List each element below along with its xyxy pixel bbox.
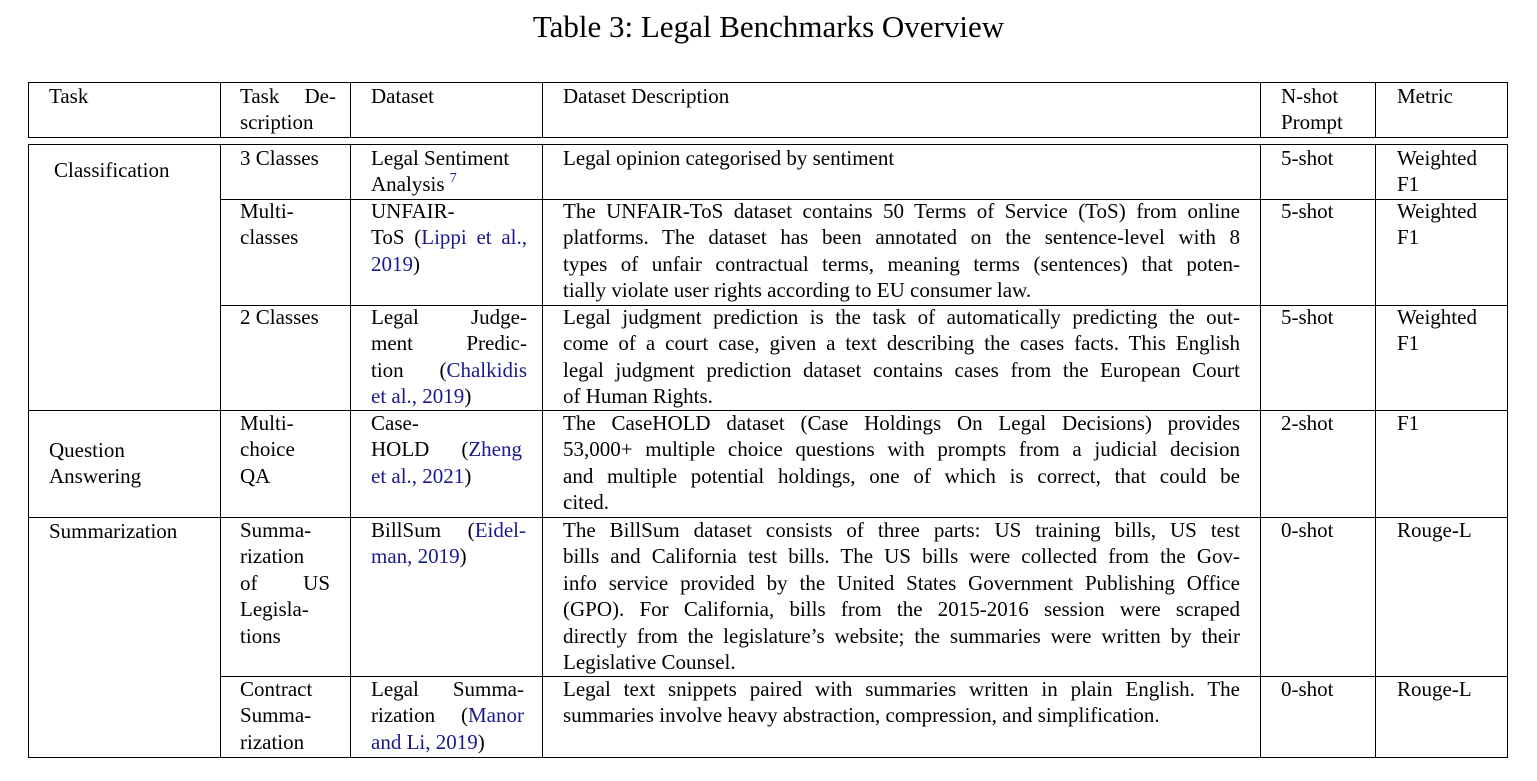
citation-link[interactable]: Chalkidis <box>446 358 527 382</box>
divider <box>220 82 221 138</box>
row1-dataset: Legal Sentiment Analysis 7 <box>371 146 510 197</box>
table-caption: Table 3: Legal Benchmarks Overview <box>532 9 1005 44</box>
row1-metric: Weighted F1 <box>1397 146 1477 197</box>
header-nshot-prompt: N-shot Prompt <box>1281 84 1343 135</box>
group-classification: Classification <box>54 158 170 182</box>
citation-link[interactable]: and Li, 2019 <box>371 730 478 754</box>
row1-task-description: 3 Classes <box>240 146 319 170</box>
row5-dataset: BillSum (Eidel- man, 2019) <box>371 518 526 569</box>
divider <box>350 144 351 758</box>
citation-link[interactable]: Zheng <box>468 437 522 461</box>
header-task-description-2: scription <box>240 110 314 134</box>
row3-task-description: 2 Classes <box>240 305 319 329</box>
divider <box>350 82 351 138</box>
header-task-description: Task De- <box>240 84 336 108</box>
row2-dataset: UNFAIR- ToS (Lippi et al., 2019) <box>371 199 527 276</box>
row6-metric: Rouge-L <box>1397 677 1472 701</box>
group-question-answering: Question Answering <box>49 438 142 489</box>
row5-task-description: Summa- rization of US Legisla- tions <box>240 518 330 648</box>
row5-dataset-description: The BillSum dataset consists of three pa… <box>563 518 1240 675</box>
header-metric: Metric <box>1397 84 1453 108</box>
row3-nshot: 5-shot <box>1281 305 1334 329</box>
row4-task-description: Multi- choice QA <box>240 411 295 488</box>
row6-dataset-description: Legal text snippets paired with summarie… <box>563 677 1240 728</box>
row3-dataset-description: Legal judgment prediction is the task of… <box>563 305 1240 409</box>
row6-task-description: Contract Summa- rization <box>240 677 313 754</box>
citation-link[interactable]: 2019 <box>371 252 413 276</box>
row3-dataset: Legal Judge- ment Predic- tion (Chalkidi… <box>371 305 527 409</box>
row4-dataset-description: The CaseHOLD dataset (Case Holdings On L… <box>563 411 1240 515</box>
citation-link[interactable]: Manor <box>468 703 524 727</box>
row2-nshot: 5-shot <box>1281 199 1334 223</box>
row6-nshot: 0-shot <box>1281 677 1334 701</box>
citation-link[interactable]: Eidel- <box>475 518 526 542</box>
citation-link[interactable]: man, 2019 <box>371 544 460 568</box>
row4-dataset: Case- HOLD (Zheng et al., 2021) <box>371 411 522 488</box>
citation-link[interactable]: Lippi et al., <box>421 225 527 249</box>
header-dataset-description: Dataset Description <box>563 84 730 108</box>
divider <box>542 82 543 138</box>
citation-link[interactable]: et al., 2019 <box>371 384 464 408</box>
row6-dataset: Legal Summa- rization (Manor and Li, 201… <box>371 677 524 754</box>
row4-nshot: 2-shot <box>1281 411 1334 435</box>
divider <box>1260 144 1261 758</box>
divider <box>542 144 543 758</box>
header-task: Task <box>49 84 89 108</box>
row5-metric: Rouge-L <box>1397 518 1472 542</box>
row4-metric: F1 <box>1397 411 1420 435</box>
footnote-marker[interactable]: 7 <box>450 171 457 186</box>
divider <box>1375 82 1376 138</box>
row1-nshot: 5-shot <box>1281 146 1334 170</box>
header-dataset: Dataset <box>371 84 434 108</box>
citation-link[interactable]: et al., 2021 <box>371 464 464 488</box>
divider <box>1260 82 1261 138</box>
row1-dataset-description: Legal opinion categorised by sentiment <box>563 146 895 170</box>
row5-nshot: 0-shot <box>1281 518 1334 542</box>
divider <box>1375 144 1376 758</box>
divider <box>220 144 221 758</box>
row2-dataset-description: The UNFAIR-ToS dataset contains 50 Terms… <box>563 199 1240 303</box>
row2-metric: Weighted F1 <box>1397 199 1477 250</box>
group-summarization: Summarization <box>49 519 178 543</box>
row3-metric: Weighted F1 <box>1397 305 1477 356</box>
row2-task-description: Multi- classes <box>240 199 299 250</box>
